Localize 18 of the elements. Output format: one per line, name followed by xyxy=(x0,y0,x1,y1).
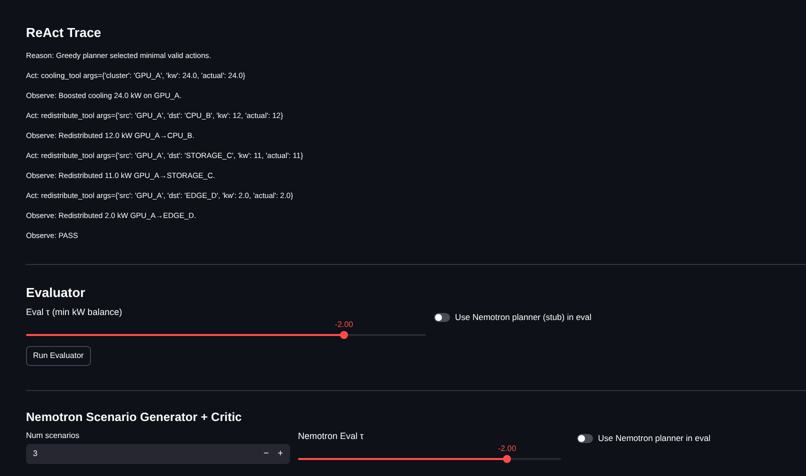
section-heading: Evaluator xyxy=(26,285,86,301)
decrement-button[interactable]: − xyxy=(263,447,269,461)
section-heading: Nemotron Scenario Generator + Critic xyxy=(26,409,243,425)
slider-thumb[interactable] xyxy=(503,455,512,463)
slider-thumb[interactable] xyxy=(340,331,348,339)
increment-button[interactable]: + xyxy=(278,447,283,461)
slider-label: Eval τ (min kW balance) xyxy=(26,306,124,318)
toggle-switch[interactable] xyxy=(434,312,450,322)
toggle-switch[interactable] xyxy=(577,434,593,443)
field-label: Num scenarios xyxy=(26,430,80,442)
slider-reading: -2.00 xyxy=(498,444,516,454)
slider-label: Nemotron Eval τ xyxy=(298,430,365,442)
toggle-label: Use Nemotron planner in eval xyxy=(598,432,710,445)
run-evaluator-button[interactable]: Run Evaluator xyxy=(26,346,91,366)
toggle-label: Use Nemotron planner (stub) in eval xyxy=(455,311,592,324)
section-heading: ReAct Trace xyxy=(26,25,102,41)
slider-reading: -2.00 xyxy=(334,320,354,330)
number-input[interactable]: 3 − + xyxy=(26,444,290,464)
